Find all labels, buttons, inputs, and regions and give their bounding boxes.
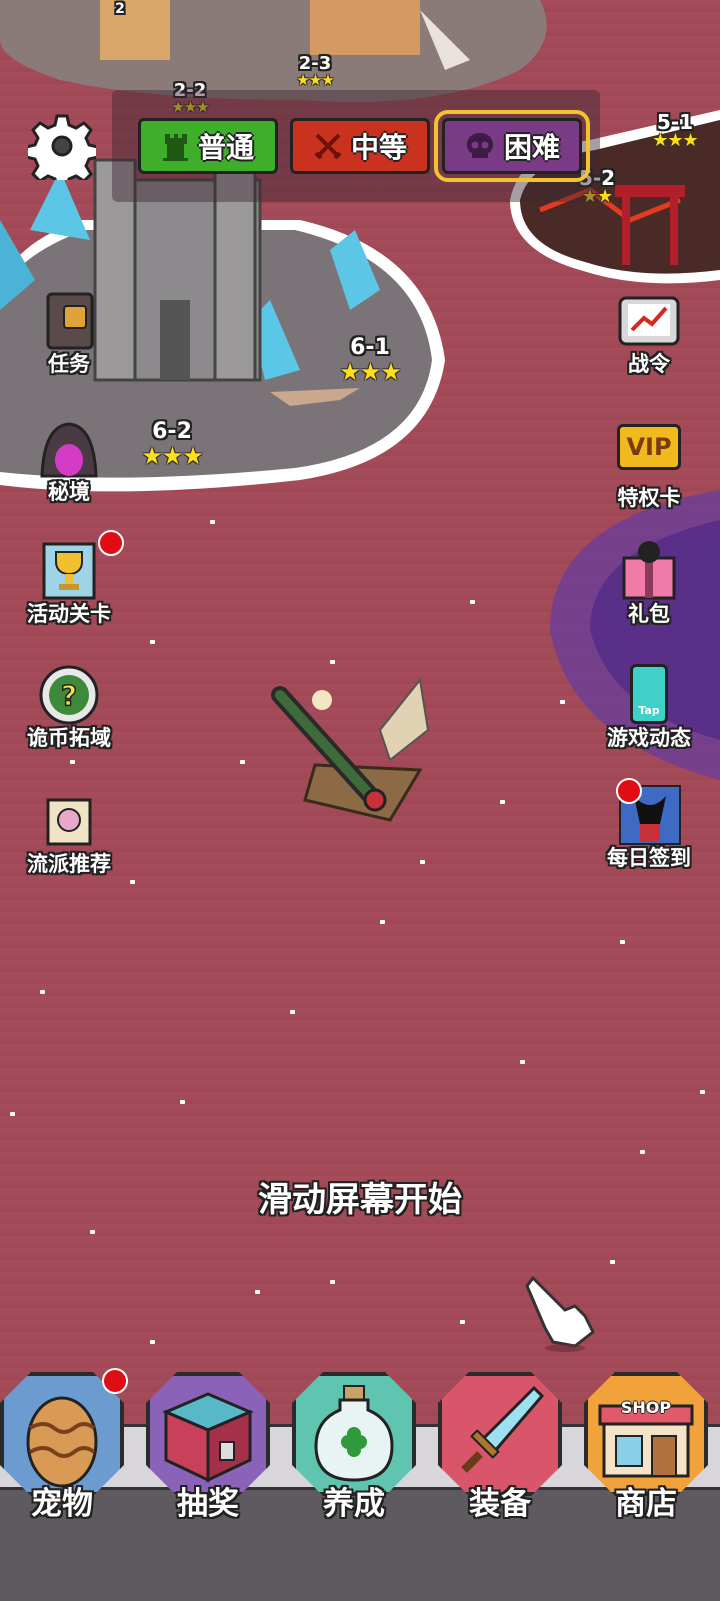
- nav-lottery-label: 抽奖: [177, 1486, 239, 1522]
- battle-pass-label: 战令: [628, 352, 670, 376]
- gift-pack-label: 礼包: [628, 602, 670, 626]
- gift-box-icon: [622, 541, 676, 600]
- level-marker-2-3[interactable]: 2-3 ★★★: [285, 55, 345, 88]
- cave-portal-icon: [40, 422, 98, 478]
- tv-chart-icon: [618, 296, 680, 346]
- difficulty-normal-button[interactable]: 普通: [138, 118, 278, 174]
- event-stage-button[interactable]: 活动关卡: [14, 530, 124, 628]
- egg-icon: [26, 1396, 98, 1488]
- shop-sign-text: SHOP: [620, 1398, 672, 1417]
- pointing-hand-icon: [525, 1275, 595, 1352]
- notification-dot: [98, 530, 124, 556]
- game-news-button[interactable]: Tap 游戏动态: [594, 664, 704, 752]
- level-stars: ★★★: [296, 71, 334, 89]
- nav-cultivate-button[interactable]: 养成: [292, 1372, 416, 1552]
- nav-equipment-label: 装备: [469, 1486, 531, 1522]
- daily-checkin-label: 每日签到: [607, 846, 691, 870]
- level-stars: ★★★: [339, 358, 402, 386]
- level-stars: ★★★: [141, 442, 204, 470]
- question-orb-icon: ?: [39, 665, 99, 725]
- level-marker-6-2[interactable]: 6-2 ★★★: [132, 419, 212, 470]
- swipe-to-start-hint: 滑动屏幕开始: [258, 1180, 462, 1220]
- vip-icon: VIP: [617, 424, 681, 470]
- quest-book-icon: [46, 292, 94, 350]
- trophy-card-icon: [42, 542, 96, 600]
- sword-icon: [461, 1385, 545, 1473]
- vip-badge-text: VIP: [626, 433, 672, 461]
- difficulty-hard-button[interactable]: 困难: [434, 110, 590, 182]
- level-id: 5-1: [656, 110, 694, 134]
- gift-pack-button[interactable]: 礼包: [594, 540, 704, 628]
- crossed-swords-icon: [314, 133, 342, 160]
- skull-icon: [466, 133, 493, 158]
- level-id: 2: [115, 1, 125, 17]
- nav-pet-button[interactable]: 宠物: [0, 1368, 128, 1552]
- secret-realm-button[interactable]: 秘境: [14, 418, 124, 506]
- player-raft-sword: [271, 677, 430, 822]
- svg-text:?: ?: [61, 679, 77, 712]
- vip-card-button[interactable]: VIP 特权卡: [594, 418, 704, 512]
- nav-pet-label: 宠物: [31, 1486, 93, 1522]
- event-stage-label: 活动关卡: [27, 602, 111, 626]
- quest-label: 任务: [48, 352, 90, 376]
- shop-front-icon: [598, 1404, 694, 1478]
- battle-pass-button[interactable]: 战令: [594, 290, 704, 378]
- vip-card-label: 特权卡: [617, 486, 681, 510]
- nav-equipment-button[interactable]: 装备: [438, 1372, 562, 1552]
- level-id: 6-2: [152, 419, 192, 444]
- difficulty-medium-button[interactable]: 中等: [290, 118, 430, 174]
- nav-shop-label: 商店: [615, 1486, 677, 1522]
- nav-lottery-button[interactable]: 抽奖: [146, 1372, 270, 1552]
- coin-domain-button[interactable]: ? 诡币拓域: [14, 664, 124, 752]
- build-recommend-label: 流派推荐: [27, 852, 111, 876]
- level-marker-2[interactable]: 2: [108, 2, 132, 16]
- secret-realm-label: 秘境: [48, 480, 90, 504]
- level-marker-5-1[interactable]: 5-1 ★★★: [640, 112, 710, 150]
- game-news-label: 游戏动态: [607, 726, 691, 750]
- difficulty-hard-label: 困难: [503, 131, 560, 164]
- build-recommend-button[interactable]: 流派推荐: [14, 790, 124, 878]
- daily-checkin-button[interactable]: 每日签到: [594, 778, 704, 872]
- clover-bottle-icon: [314, 1385, 394, 1482]
- scroll-icon: [46, 798, 92, 846]
- gear-icon: [24, 114, 100, 190]
- nav-cultivate-label: 养成: [323, 1486, 385, 1522]
- tower-icon: [162, 134, 188, 161]
- level-marker-6-1[interactable]: 6-1 ★★★: [330, 335, 410, 386]
- nav-shop-button[interactable]: SHOP 商店: [584, 1372, 708, 1552]
- coin-domain-label: 诡币拓域: [27, 726, 111, 750]
- level-stars: ★★★: [652, 130, 698, 151]
- difficulty-normal-label: 普通: [197, 131, 254, 164]
- notification-dot: [102, 1368, 128, 1394]
- notification-dot: [616, 778, 642, 804]
- settings-button[interactable]: [24, 112, 100, 190]
- level-id: 6-1: [350, 335, 390, 360]
- difficulty-medium-label: 中等: [350, 131, 407, 164]
- loot-box-icon: [162, 1392, 254, 1483]
- tap-phone-icon: Tap: [630, 664, 668, 724]
- tap-badge-text: Tap: [638, 704, 660, 717]
- quest-button[interactable]: 任务: [14, 290, 124, 378]
